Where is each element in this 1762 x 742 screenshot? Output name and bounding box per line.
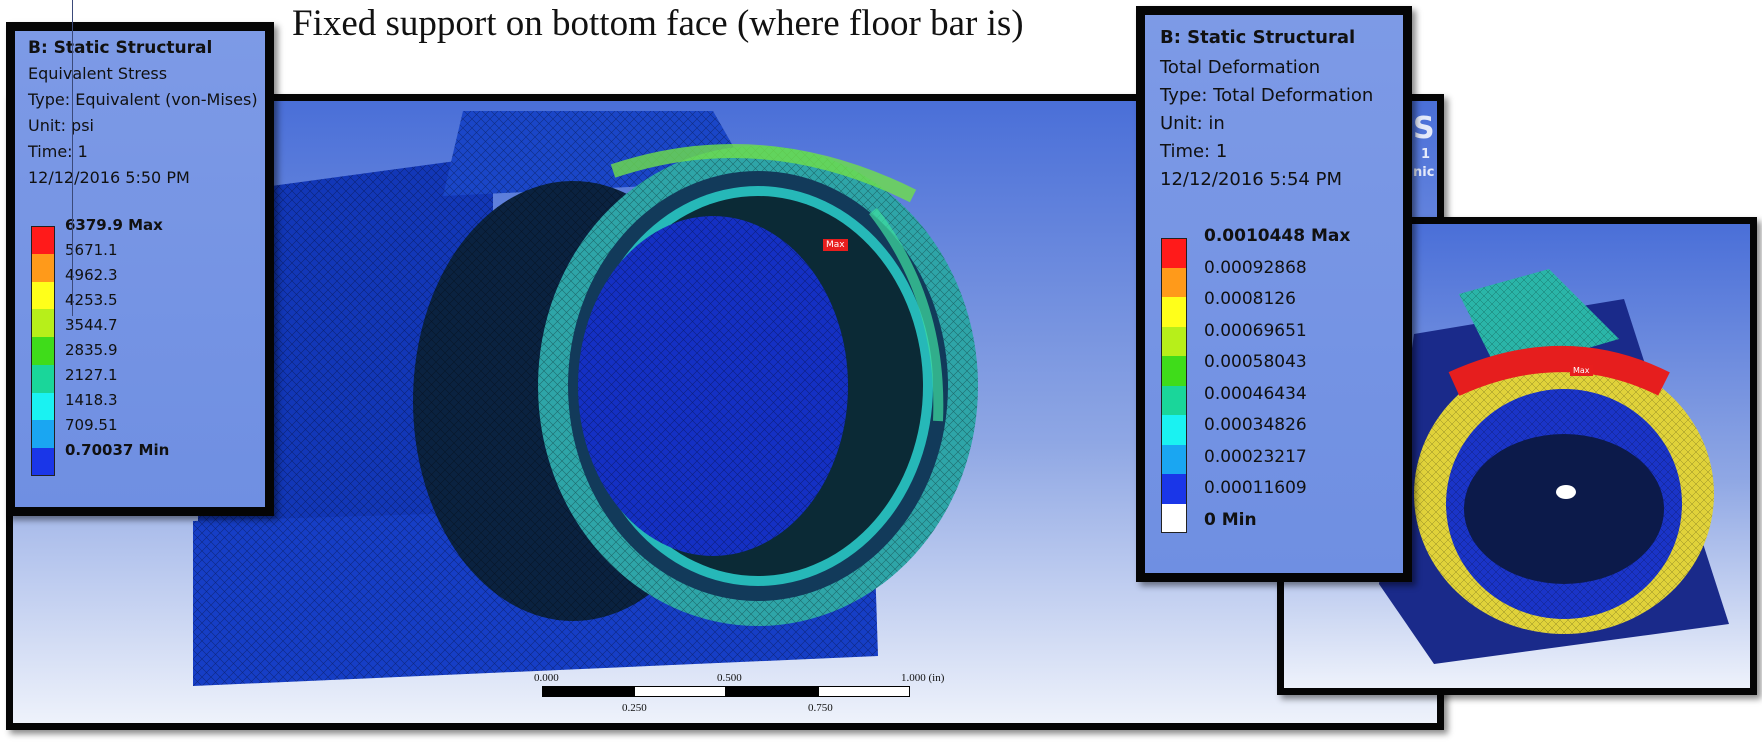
colorbar-swatch — [31, 364, 55, 393]
colorbar-swatch — [31, 392, 55, 421]
figure-caption: Fixed support on bottom face (where floo… — [292, 3, 1024, 44]
scale-label-2: 1.000 (in) — [901, 672, 945, 684]
deform-legend-title: B: Static Structural — [1160, 27, 1356, 48]
legend-level-label: 2127.1 — [65, 366, 118, 384]
colorbar-swatch — [1161, 415, 1187, 445]
deform-legend-unit: Unit: in — [1160, 113, 1225, 134]
cursor-line — [72, 0, 73, 316]
scale-segment-3 — [726, 686, 818, 697]
stress-colorbar — [31, 226, 55, 476]
legend-level-label: 2835.9 — [65, 341, 118, 359]
legend-level-label: 0.00034826 — [1204, 415, 1307, 435]
colorbar-swatch — [1161, 356, 1187, 386]
scale-label-0: 0.000 — [534, 672, 559, 684]
legend-level-label: 709.51 — [65, 416, 118, 434]
scale-segment-4 — [818, 686, 910, 697]
colorbar-swatch — [1161, 385, 1187, 415]
stress-legend-result: Equivalent Stress — [28, 64, 168, 83]
scale-segment-1 — [542, 686, 634, 697]
legend-level-label: 0.00069651 — [1204, 320, 1307, 341]
colorbar-swatch — [1161, 326, 1187, 356]
colorbar-swatch — [31, 448, 55, 476]
colorbar-swatch — [31, 420, 55, 449]
ansys-logo-fragment: S — [1413, 111, 1435, 146]
stress-legend: B: Static Structural Equivalent Stress T… — [6, 22, 274, 516]
colorbar-swatch — [1161, 503, 1187, 533]
deformation-legend: B: Static Structural Total Deformation T… — [1136, 6, 1412, 582]
scale-bar: 0.000 0.500 1.000 (in) 0.250 0.750 — [534, 672, 944, 742]
max-marker: Max — [823, 239, 848, 251]
stress-legend-time: Time: 1 — [28, 142, 88, 161]
legend-level-label: 6379.9 Max — [65, 216, 163, 234]
colorbar-swatch — [31, 337, 55, 365]
ansys-edition-fragment: nic — [1413, 165, 1435, 180]
ansys-version-fragment: 1 — [1421, 147, 1431, 162]
deform-legend-type: Type: Total Deformation — [1160, 85, 1374, 106]
stress-legend-title: B: Static Structural — [28, 38, 213, 58]
legend-level-label: 0.00092868 — [1204, 257, 1307, 278]
scale-label-3: 0.250 — [622, 702, 647, 714]
scale-label-4: 0.750 — [808, 702, 833, 714]
legend-level-label: 0.0008126 — [1204, 289, 1296, 309]
legend-level-label: 3544.7 — [65, 316, 118, 334]
colorbar-swatch — [1161, 444, 1187, 474]
legend-level-label: 0.00023217 — [1204, 446, 1307, 467]
colorbar-swatch — [31, 253, 55, 282]
deform-legend-result: Total Deformation — [1160, 57, 1321, 78]
stress-legend-date: 12/12/2016 5:50 PM — [28, 168, 190, 187]
colorbar-swatch — [1161, 267, 1187, 297]
colorbar-swatch — [31, 226, 55, 254]
deform-legend-date: 12/12/2016 5:54 PM — [1160, 169, 1342, 190]
legend-level-label: 0.0010448 Max — [1204, 226, 1351, 246]
colorbar-swatch — [1161, 297, 1187, 327]
legend-level-label: 1418.3 — [65, 391, 118, 409]
scale-segment-2 — [634, 686, 726, 697]
stress-legend-type: Type: Equivalent (von-Mises) — [28, 90, 258, 109]
legend-level-label: 0.00058043 — [1204, 352, 1307, 372]
colorbar-swatch — [1161, 474, 1187, 504]
legend-level-label: 0.00011609 — [1204, 478, 1307, 498]
legend-level-label: 0.00046434 — [1204, 383, 1307, 404]
colorbar-swatch — [31, 309, 55, 338]
stress-legend-unit: Unit: psi — [28, 116, 94, 135]
deform-legend-time: Time: 1 — [1160, 141, 1228, 162]
deform-max-marker: Max — [1570, 365, 1593, 376]
legend-level-label: 0.70037 Min — [65, 441, 170, 459]
scale-label-1: 0.500 — [717, 672, 742, 684]
colorbar-swatch — [31, 281, 55, 310]
legend-level-label: 0 Min — [1204, 509, 1257, 530]
deform-colorbar — [1161, 238, 1187, 533]
colorbar-swatch — [1161, 238, 1187, 268]
